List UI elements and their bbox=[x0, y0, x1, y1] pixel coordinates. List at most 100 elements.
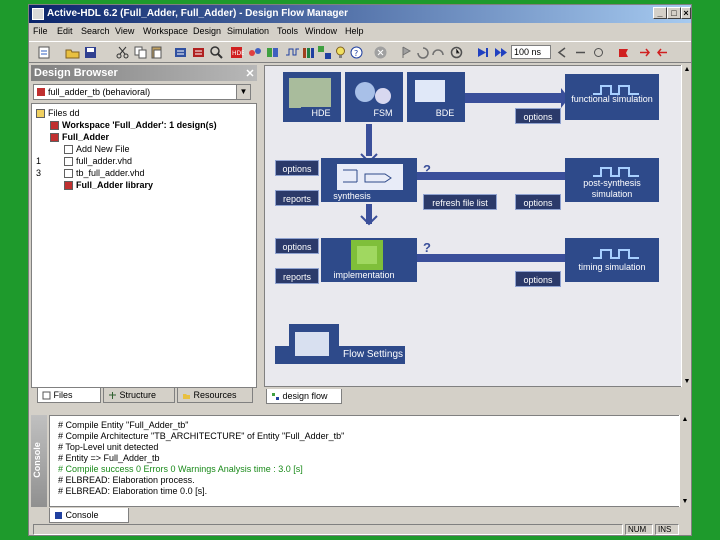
open-icon[interactable] bbox=[65, 45, 80, 60]
console-output: # Compile Entity "Full_Adder_tb" # Compil… bbox=[49, 415, 689, 507]
compile-icon[interactable] bbox=[173, 45, 188, 60]
block-editor-icon[interactable] bbox=[265, 45, 280, 60]
design-flow-icon[interactable] bbox=[317, 45, 332, 60]
save-icon[interactable] bbox=[83, 45, 98, 60]
menu-edit[interactable]: Edit bbox=[57, 26, 73, 36]
breakpoint-icon[interactable] bbox=[399, 45, 414, 60]
functional-sim-label[interactable]: functional simulation bbox=[567, 94, 657, 118]
stop-icon[interactable] bbox=[373, 45, 388, 60]
bookmark-prev-icon[interactable] bbox=[655, 45, 670, 60]
options-implementation-button[interactable]: options bbox=[275, 238, 319, 254]
tree-item[interactable]: Add New File bbox=[64, 144, 130, 155]
run-for-icon[interactable] bbox=[493, 45, 508, 60]
tree-item-icon bbox=[64, 169, 73, 179]
tree-item[interactable]: 1 full_adder.vhd bbox=[36, 156, 133, 167]
scroll-down-icon[interactable]: ▼ bbox=[680, 497, 690, 507]
menu-tools[interactable]: Tools bbox=[277, 26, 298, 36]
maximize-button[interactable]: □ bbox=[667, 7, 681, 19]
flow-scrollbar[interactable]: ▲ ▼ bbox=[681, 65, 691, 387]
tab-files[interactable]: Files bbox=[37, 388, 101, 403]
reports-synthesis-button[interactable]: reports bbox=[275, 190, 319, 206]
design-flow-tab-icon bbox=[272, 393, 279, 401]
options-timing-button[interactable]: options bbox=[515, 271, 561, 287]
restart-icon[interactable] bbox=[449, 45, 464, 60]
help-icon[interactable]: ? bbox=[349, 45, 364, 60]
tree-item-label: Add New File bbox=[76, 144, 130, 154]
tab-console-label: Console bbox=[65, 510, 99, 520]
bookmark-next-icon[interactable] bbox=[637, 45, 652, 60]
svg-text:?: ? bbox=[354, 49, 358, 58]
top-level-select[interactable]: full_adder_tb (behavioral) ▼ bbox=[33, 84, 251, 100]
tree-item[interactable]: 3 tb_full_adder.vhd bbox=[36, 168, 145, 179]
help-icon[interactable]: ? bbox=[423, 240, 431, 255]
menu-search[interactable]: Search bbox=[81, 26, 110, 36]
scroll-up-icon[interactable]: ▲ bbox=[682, 65, 692, 75]
files-icon bbox=[42, 391, 51, 400]
reports-implementation-button[interactable]: reports bbox=[275, 268, 319, 284]
waveform-icon[interactable] bbox=[285, 45, 300, 60]
close-button[interactable]: × bbox=[681, 7, 691, 19]
tree-item-label: full_adder.vhd bbox=[76, 156, 133, 166]
tree-item-icon bbox=[50, 121, 59, 131]
tree-item[interactable]: Files dd bbox=[36, 108, 80, 119]
fsm-editor-icon[interactable] bbox=[247, 45, 262, 60]
menu-window[interactable]: Window bbox=[305, 26, 337, 36]
tab-console[interactable]: Console bbox=[49, 508, 129, 523]
fsm-button[interactable]: FSM bbox=[363, 107, 403, 119]
implementation-label[interactable]: implementation bbox=[325, 269, 403, 281]
menu-workspace[interactable]: Workspace bbox=[143, 26, 188, 36]
hdl-editor-icon[interactable]: HDE bbox=[229, 45, 244, 60]
title-bar: Active-HDL 6.2 (Full_Adder, Full_Adder) … bbox=[29, 5, 691, 23]
console-line: # ELBREAD: Elaboration time 0.0 [s]. bbox=[58, 486, 208, 496]
chevron-down-icon[interactable]: ▼ bbox=[236, 85, 250, 99]
zoom-in-icon[interactable] bbox=[555, 45, 570, 60]
run-time-input[interactable]: 100 ns bbox=[511, 45, 551, 59]
step-over-icon[interactable] bbox=[431, 45, 446, 60]
tree-item-icon bbox=[36, 109, 45, 119]
console-line: # Compile Architecture "TB_ARCHITECTURE"… bbox=[58, 431, 345, 441]
timing-sim-label[interactable]: timing simulation bbox=[567, 262, 657, 282]
tab-design-flow[interactable]: design flow bbox=[266, 389, 342, 404]
zoom-out-icon[interactable] bbox=[573, 45, 588, 60]
design-browser-title: Design Browser bbox=[31, 65, 257, 81]
menu-design[interactable]: Design bbox=[193, 26, 221, 36]
menu-simulation[interactable]: Simulation bbox=[227, 26, 269, 36]
step-icon[interactable] bbox=[415, 45, 430, 60]
console-scrollbar[interactable]: ▲ ▼ bbox=[679, 415, 689, 507]
post-synth-sim-label[interactable]: post-synthesis simulation bbox=[567, 178, 657, 202]
console-line: # Entity => Full_Adder_tb bbox=[58, 453, 160, 463]
cut-icon[interactable] bbox=[115, 45, 130, 60]
help-icon[interactable]: ? bbox=[423, 162, 431, 177]
flow-settings-button[interactable]: Flow Settings bbox=[341, 348, 405, 362]
options-functional-button[interactable]: options bbox=[515, 108, 561, 124]
new-design-icon[interactable] bbox=[37, 45, 52, 60]
hde-button[interactable]: HDE bbox=[301, 107, 341, 119]
tree-item-icon bbox=[64, 157, 73, 167]
menu-help[interactable]: Help bbox=[345, 26, 364, 36]
scroll-down-icon[interactable]: ▼ bbox=[682, 377, 692, 387]
fit-icon[interactable] bbox=[591, 45, 606, 60]
tab-structure[interactable]: Structure bbox=[103, 388, 175, 403]
menu-file[interactable]: File bbox=[33, 26, 48, 36]
copy-icon[interactable] bbox=[133, 45, 148, 60]
tree-item[interactable]: Full_Adder bbox=[50, 132, 109, 143]
bookmark-icon[interactable] bbox=[617, 45, 632, 60]
synthesis-label[interactable]: synthesis bbox=[325, 190, 379, 202]
menu-view[interactable]: View bbox=[115, 26, 134, 36]
tree-item[interactable]: Full_Adder library bbox=[64, 180, 153, 191]
options-synthesis-button[interactable]: options bbox=[275, 160, 319, 176]
close-panel-icon[interactable] bbox=[245, 68, 255, 78]
library-icon[interactable] bbox=[301, 45, 316, 60]
tip-icon[interactable] bbox=[333, 45, 348, 60]
minimize-button[interactable]: _ bbox=[653, 7, 667, 19]
tab-resources[interactable]: Resources bbox=[177, 388, 253, 403]
scroll-up-icon[interactable]: ▲ bbox=[680, 415, 690, 425]
refresh-file-list-button[interactable]: refresh file list bbox=[423, 194, 497, 210]
paste-icon[interactable] bbox=[149, 45, 164, 60]
options-post-synth-button[interactable]: options bbox=[515, 194, 561, 210]
bde-button[interactable]: BDE bbox=[425, 107, 465, 119]
run-icon[interactable] bbox=[475, 45, 490, 60]
compile-all-icon[interactable] bbox=[191, 45, 206, 60]
tree-item[interactable]: Workspace 'Full_Adder': 1 design(s) bbox=[50, 120, 217, 131]
find-icon[interactable] bbox=[209, 45, 224, 60]
